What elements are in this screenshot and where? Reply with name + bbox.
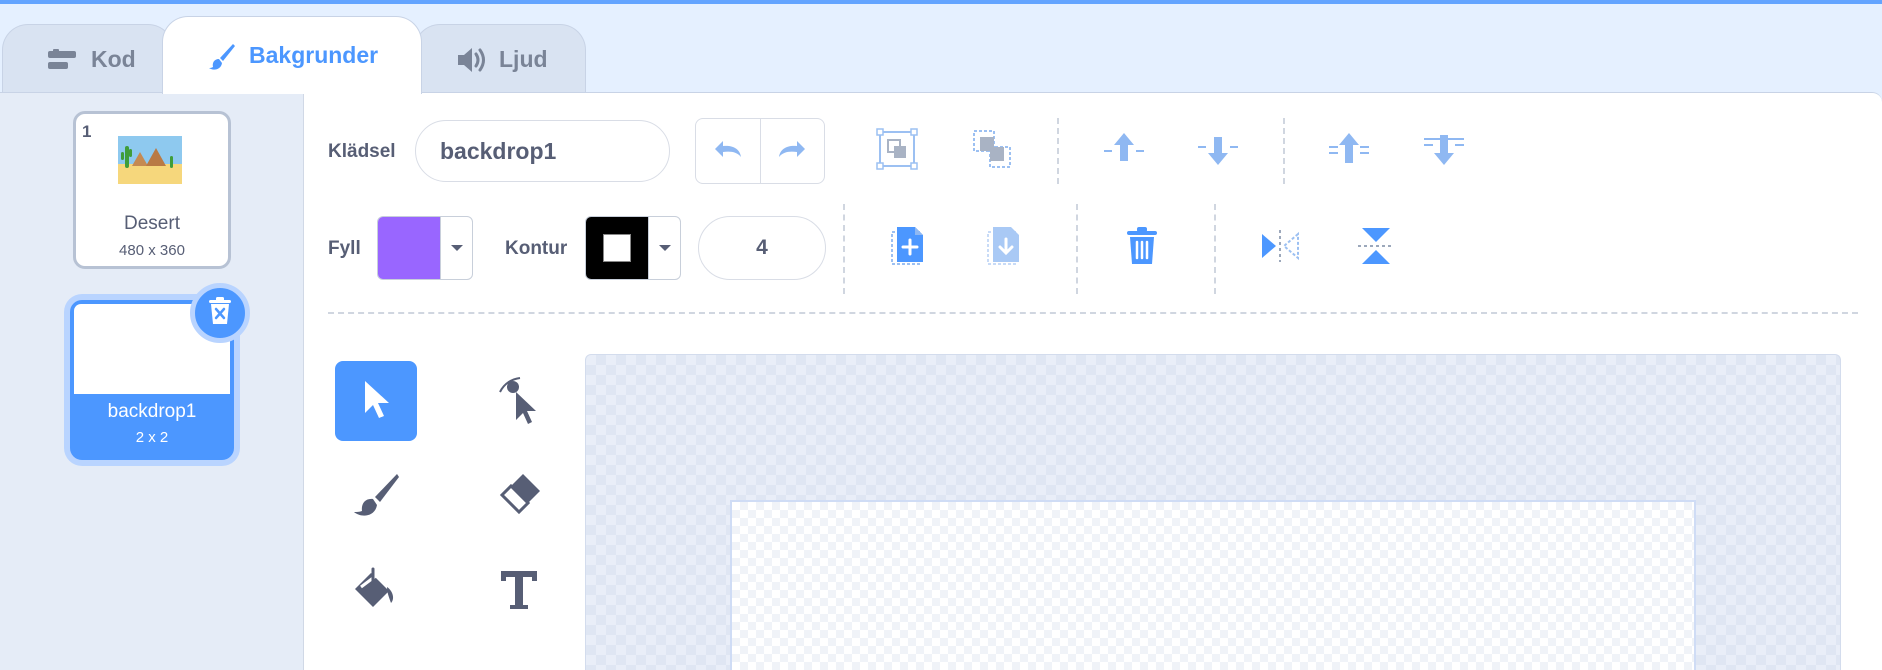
backdrop-number: 2 — [80, 312, 90, 331]
paste-document-icon — [985, 224, 1025, 273]
delete-backdrop-button[interactable] — [190, 283, 250, 343]
toolbar-divider — [1076, 204, 1078, 294]
flip-horizontal-button[interactable] — [1256, 224, 1304, 272]
outline-color-swatch — [586, 217, 649, 279]
chevron-down-icon — [440, 217, 472, 279]
paint-bucket-icon — [351, 565, 401, 618]
trash-icon — [1124, 226, 1160, 271]
trash-x-icon — [206, 296, 234, 331]
paint-canvas[interactable] — [730, 500, 1696, 670]
toolbar-divider — [1057, 118, 1059, 184]
paste-button[interactable] — [981, 224, 1029, 272]
tab-sounds[interactable]: Ljud — [414, 24, 586, 94]
backward-button[interactable] — [1194, 128, 1242, 174]
code-blocks-icon — [47, 48, 79, 72]
backdrop-name: backdrop1 — [107, 401, 197, 422]
eraser-icon — [495, 470, 543, 523]
speaker-icon — [455, 46, 487, 74]
brush-tool[interactable] — [335, 456, 417, 536]
backdrop-card-desert[interactable]: 1 Desert 480 x 360 — [73, 111, 231, 269]
outline-label: Kontur — [505, 238, 568, 259]
redo-button[interactable] — [759, 119, 825, 183]
backdrop-name: Desert — [124, 213, 180, 234]
costume-name-input[interactable] — [415, 120, 670, 182]
desert-thumbnail — [118, 136, 182, 184]
ungroup-button[interactable] — [968, 128, 1016, 174]
tab-sounds-label: Ljud — [499, 46, 548, 72]
fill-color-swatch — [378, 217, 441, 279]
text-t-icon — [497, 567, 541, 616]
tab-code-label: Kod — [91, 46, 136, 72]
arrow-up-layer-icon — [1102, 129, 1146, 174]
bring-to-front-icon — [1327, 129, 1371, 174]
group-icon — [875, 127, 919, 176]
undo-button[interactable] — [696, 119, 760, 183]
toolbar-separator — [328, 312, 1858, 314]
fill-tool[interactable] — [335, 551, 417, 631]
fill-label: Fyll — [328, 238, 361, 259]
top-accent-line — [0, 0, 1882, 4]
reshape-tool[interactable] — [478, 361, 560, 441]
costume-name-label: Klädsel — [328, 141, 396, 162]
outline-width-input[interactable] — [698, 216, 826, 280]
backdrop-size: 2 x 2 — [135, 429, 169, 446]
paintbrush-icon — [207, 41, 237, 71]
ungroup-icon — [970, 127, 1014, 176]
select-tool[interactable] — [335, 361, 417, 441]
undo-redo-group — [695, 118, 825, 184]
flip-vertical-button[interactable] — [1352, 224, 1400, 272]
group-button[interactable] — [873, 127, 921, 176]
redo-icon — [775, 137, 809, 166]
forward-button[interactable] — [1100, 128, 1148, 174]
undo-icon — [711, 137, 745, 166]
copy-button[interactable] — [885, 224, 933, 272]
outline-color-picker[interactable] — [585, 216, 681, 280]
arrow-cursor-icon — [359, 377, 393, 426]
arrow-down-layer-icon — [1196, 129, 1240, 174]
tab-backdrops-label: Bakgrunder — [249, 42, 379, 68]
backdrop-number: 1 — [82, 122, 92, 141]
eraser-tool[interactable] — [478, 456, 560, 536]
reshape-cursor-icon — [496, 374, 542, 429]
tab-backdrops[interactable]: Bakgrunder — [162, 16, 422, 94]
delete-button[interactable] — [1118, 224, 1166, 272]
backdrop-list: 1 Desert 480 x 360 2 backdrop1 2 x 2 — [0, 93, 304, 670]
back-button[interactable] — [1420, 128, 1468, 174]
toolbar-divider — [843, 204, 845, 294]
text-tool[interactable] — [478, 551, 560, 631]
toolbar-divider — [1214, 204, 1216, 294]
backdrop-size: 480 x 360 — [119, 242, 185, 259]
copy-document-icon — [889, 224, 929, 273]
chevron-down-icon — [648, 217, 680, 279]
front-button[interactable] — [1325, 128, 1373, 174]
paintbrush-icon — [351, 471, 401, 522]
toolbar-divider — [1283, 118, 1285, 184]
flip-vertical-icon — [1356, 224, 1396, 273]
fill-color-picker[interactable] — [377, 216, 473, 280]
send-to-back-icon — [1422, 129, 1466, 174]
flip-horizontal-icon — [1258, 228, 1302, 269]
tab-code[interactable]: Kod — [2, 24, 174, 94]
